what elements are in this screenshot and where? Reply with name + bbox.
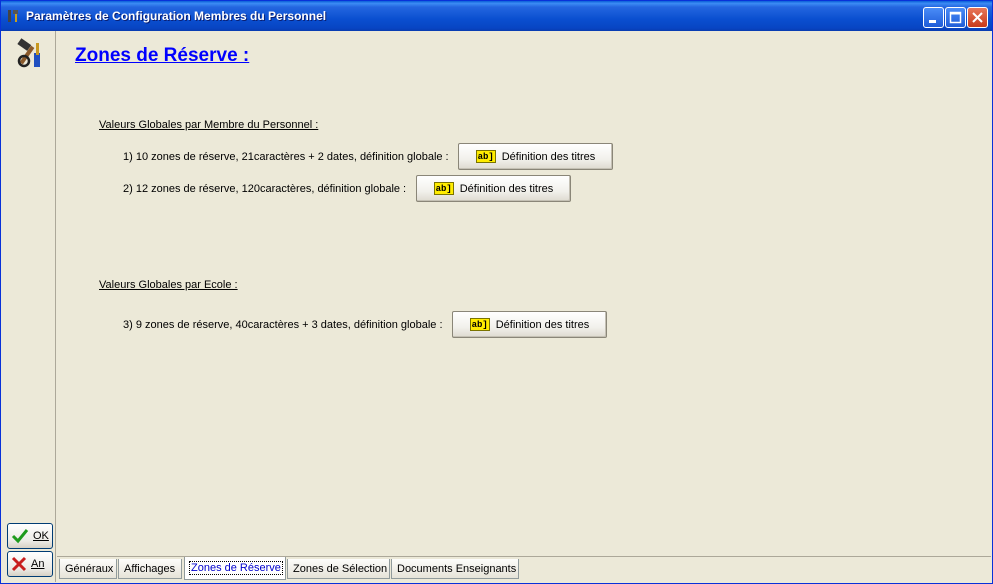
tab-generaux[interactable]: Généraux xyxy=(59,559,117,579)
reserve-row-label: 1) 10 zones de réserve, 21caractères + 2… xyxy=(123,151,449,163)
page-title: Zones de Réserve : xyxy=(75,45,250,66)
minimize-icon xyxy=(929,20,936,23)
minimize-button[interactable] xyxy=(923,7,944,28)
define-titles-button-1[interactable]: ab] Définition des titres xyxy=(458,143,613,170)
checkmark-icon xyxy=(11,529,29,544)
tab-zones-de-selection[interactable]: Zones de Sélection xyxy=(287,559,390,579)
config-window: Paramètres de Configuration Membres du P… xyxy=(0,0,993,584)
button-label: Définition des titres xyxy=(495,318,590,331)
tab-label: Affichages xyxy=(124,562,176,575)
ok-label: OK xyxy=(33,530,49,542)
tab-strip: Généraux Affichages Zones de Réserve Zon… xyxy=(57,556,991,582)
text-field-icon: ab] xyxy=(475,150,496,163)
tab-label: Documents Enseignants xyxy=(397,562,517,575)
ok-button[interactable]: OK xyxy=(7,523,53,549)
group-label-ecole: Valeurs Globales par Ecole : xyxy=(99,279,238,291)
tab-affichages[interactable]: Affichages xyxy=(118,559,182,579)
window-title: Paramètres de Configuration Membres du P… xyxy=(26,9,327,23)
define-titles-button-3[interactable]: ab] Définition des titres xyxy=(452,311,607,338)
reserve-row-label: 2) 12 zones de réserve, 120caractères, d… xyxy=(123,183,407,195)
tab-label: Généraux xyxy=(65,562,114,575)
button-label: Définition des titres xyxy=(501,150,596,163)
cross-icon xyxy=(11,556,27,572)
reserve-row-label: 3) 9 zones de réserve, 40caractères + 3 … xyxy=(123,319,443,331)
maximize-button[interactable] xyxy=(945,7,966,28)
tools-app-icon xyxy=(8,10,18,22)
cancel-label: An xyxy=(31,558,45,570)
title-bar[interactable]: Paramètres de Configuration Membres du P… xyxy=(1,1,992,31)
text-field-icon: ab] xyxy=(433,182,454,195)
tab-label: Zones de Sélection xyxy=(293,562,388,575)
tab-zones-de-reserve[interactable]: Zones de Réserve xyxy=(184,557,286,580)
define-titles-button-2[interactable]: ab] Définition des titres xyxy=(416,175,571,202)
tab-label: Zones de Réserve xyxy=(189,561,283,575)
left-toolbar: OK An xyxy=(4,31,56,582)
text-field-icon: ab] xyxy=(469,318,490,331)
group-label-personnel: Valeurs Globales par Membre du Personnel… xyxy=(99,119,319,131)
tools-icon xyxy=(17,38,40,68)
close-button[interactable] xyxy=(967,7,988,28)
tab-content-panel: Zones de Réserve : Valeurs Globales par … xyxy=(57,31,991,555)
tab-documents-enseignants[interactable]: Documents Enseignants xyxy=(391,559,519,579)
button-label: Définition des titres xyxy=(459,182,554,195)
cancel-button[interactable]: An xyxy=(7,551,53,577)
maximize-icon xyxy=(949,11,962,24)
close-icon xyxy=(972,12,983,23)
